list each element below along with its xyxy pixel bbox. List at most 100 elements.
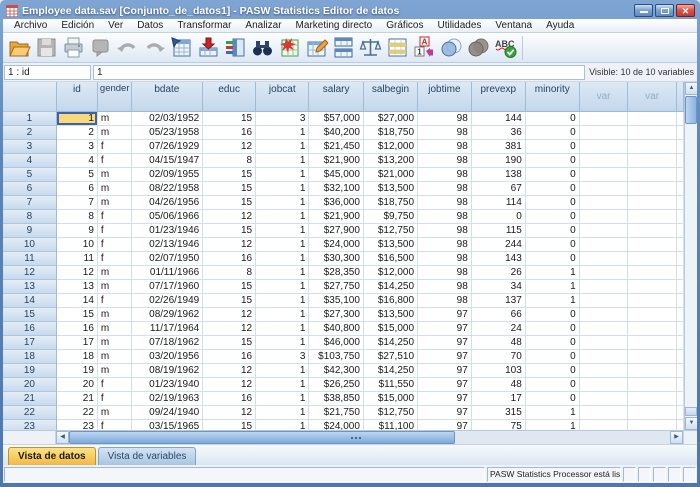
cell-jobtime[interactable]: 98 [418, 294, 472, 308]
cell-salbegin[interactable]: $14,250 [364, 280, 418, 294]
cell-var1[interactable] [580, 112, 629, 126]
cell-prevexp[interactable]: 36 [472, 126, 526, 140]
cell-gender[interactable]: f [98, 378, 132, 392]
row-header[interactable]: 2 [3, 126, 57, 140]
cell-minority[interactable]: 0 [526, 322, 580, 336]
cell-educ[interactable]: 15 [203, 336, 256, 350]
cell-jobcat[interactable]: 1 [256, 266, 309, 280]
cell-salary[interactable]: $42,300 [309, 364, 363, 378]
cell-gender[interactable]: m [98, 350, 132, 364]
cell-prevexp[interactable]: 70 [472, 350, 526, 364]
use-variable-sets-button[interactable] [438, 34, 465, 61]
cell-id[interactable]: 8 [57, 210, 98, 224]
cell-var2[interactable] [628, 294, 677, 308]
recall-dialogs-button[interactable] [87, 34, 114, 61]
cell-jobcat[interactable]: 1 [256, 196, 309, 210]
column-header-minority[interactable]: minority [526, 82, 580, 112]
cell-var1[interactable] [580, 322, 629, 336]
cell-gender[interactable]: m [98, 322, 132, 336]
cell-minority[interactable]: 1 [526, 406, 580, 420]
cell-jobcat[interactable]: 1 [256, 336, 309, 350]
row-header[interactable]: 9 [3, 224, 57, 238]
cell-jobtime[interactable]: 98 [418, 126, 472, 140]
cell-editor-input[interactable] [93, 65, 585, 80]
open-data-document-button[interactable] [6, 34, 33, 61]
cell-jobtime[interactable]: 97 [418, 406, 472, 420]
select-cases-button[interactable] [384, 34, 411, 61]
cell-id[interactable]: 16 [57, 322, 98, 336]
cell-bdate[interactable]: 02/03/1952 [132, 112, 204, 126]
menu-item-gr-ficos[interactable]: Gráficos [379, 19, 430, 32]
cell-id[interactable]: 21 [57, 392, 98, 406]
cell-salary[interactable]: $26,250 [309, 378, 363, 392]
row-header[interactable]: 11 [3, 252, 57, 266]
row-header[interactable]: 19 [3, 364, 57, 378]
cell-var1[interactable] [580, 154, 629, 168]
cell-var2[interactable] [628, 378, 677, 392]
cell-salary[interactable]: $27,750 [309, 280, 363, 294]
row-header[interactable]: 18 [3, 350, 57, 364]
tab-variable-view[interactable]: Vista de variables [98, 447, 197, 465]
cell-gender[interactable]: m [98, 126, 132, 140]
cell-salary[interactable]: $45,000 [309, 168, 363, 182]
cell-prevexp[interactable]: 114 [472, 196, 526, 210]
cell-educ[interactable]: 16 [203, 392, 256, 406]
goto-variable-button[interactable] [195, 34, 222, 61]
cell-var1[interactable] [580, 224, 629, 238]
spell-check-button[interactable]: ABC [492, 34, 519, 61]
cell-bdate[interactable]: 04/15/1947 [132, 154, 204, 168]
cell-salary[interactable]: $27,900 [309, 224, 363, 238]
cell-educ[interactable]: 15 [203, 112, 256, 126]
vertical-scroll-track[interactable] [685, 125, 697, 407]
cell-salary[interactable]: $35,100 [309, 294, 363, 308]
cell-gender[interactable]: f [98, 392, 132, 406]
row-header[interactable]: 10 [3, 238, 57, 252]
cell-bdate[interactable]: 02/07/1950 [132, 252, 204, 266]
close-button[interactable]: ✕ [676, 4, 695, 17]
cell-salary[interactable]: $30,300 [309, 252, 363, 266]
cell-prevexp[interactable]: 244 [472, 238, 526, 252]
cell-educ[interactable]: 8 [203, 266, 256, 280]
value-labels-button[interactable]: A 1 [411, 34, 438, 61]
menu-item-marketing-directo[interactable]: Marketing directo [289, 19, 380, 32]
menu-item-utilidades[interactable]: Utilidades [430, 19, 488, 32]
cell-educ[interactable]: 15 [203, 294, 256, 308]
cell-salary[interactable]: $24,000 [309, 238, 363, 252]
cell-minority[interactable]: 0 [526, 224, 580, 238]
row-header[interactable]: 8 [3, 210, 57, 224]
cell-var2[interactable] [628, 210, 677, 224]
cell-id[interactable]: 22 [57, 406, 98, 420]
cell-jobcat[interactable]: 1 [256, 126, 309, 140]
cell-var1[interactable] [580, 406, 629, 420]
cell-jobcat[interactable]: 3 [256, 350, 309, 364]
cell-jobtime[interactable]: 97 [418, 350, 472, 364]
cell-minority[interactable]: 0 [526, 126, 580, 140]
row-header[interactable]: 20 [3, 378, 57, 392]
cell-salbegin[interactable]: $18,750 [364, 126, 418, 140]
cell-var2[interactable] [628, 140, 677, 154]
row-header[interactable]: 3 [3, 140, 57, 154]
row-header[interactable]: 17 [3, 336, 57, 350]
menu-item-ayuda[interactable]: Ayuda [539, 19, 581, 32]
cell-jobtime[interactable]: 97 [418, 322, 472, 336]
cell-jobtime[interactable]: 98 [418, 224, 472, 238]
cell-var2[interactable] [628, 350, 677, 364]
cell-var1[interactable] [580, 238, 629, 252]
cell-var1[interactable] [580, 210, 629, 224]
goto-case-button[interactable] [168, 34, 195, 61]
horizontal-scroll-thumb[interactable] [69, 431, 455, 444]
cell-salary[interactable]: $40,200 [309, 126, 363, 140]
cell-gender[interactable]: m [98, 336, 132, 350]
cell-var1[interactable] [580, 266, 629, 280]
cell-minority[interactable]: 0 [526, 140, 580, 154]
scroll-up-arrow-icon[interactable]: ▲ [685, 82, 697, 95]
cell-jobcat[interactable]: 1 [256, 224, 309, 238]
cell-minority[interactable]: 1 [526, 294, 580, 308]
insert-variable-button[interactable] [303, 34, 330, 61]
cell-gender[interactable]: m [98, 266, 132, 280]
cell-id[interactable]: 15 [57, 308, 98, 322]
row-header[interactable]: 14 [3, 294, 57, 308]
cell-prevexp[interactable]: 26 [472, 266, 526, 280]
cell-minority[interactable]: 0 [526, 392, 580, 406]
cell-prevexp[interactable]: 103 [472, 364, 526, 378]
